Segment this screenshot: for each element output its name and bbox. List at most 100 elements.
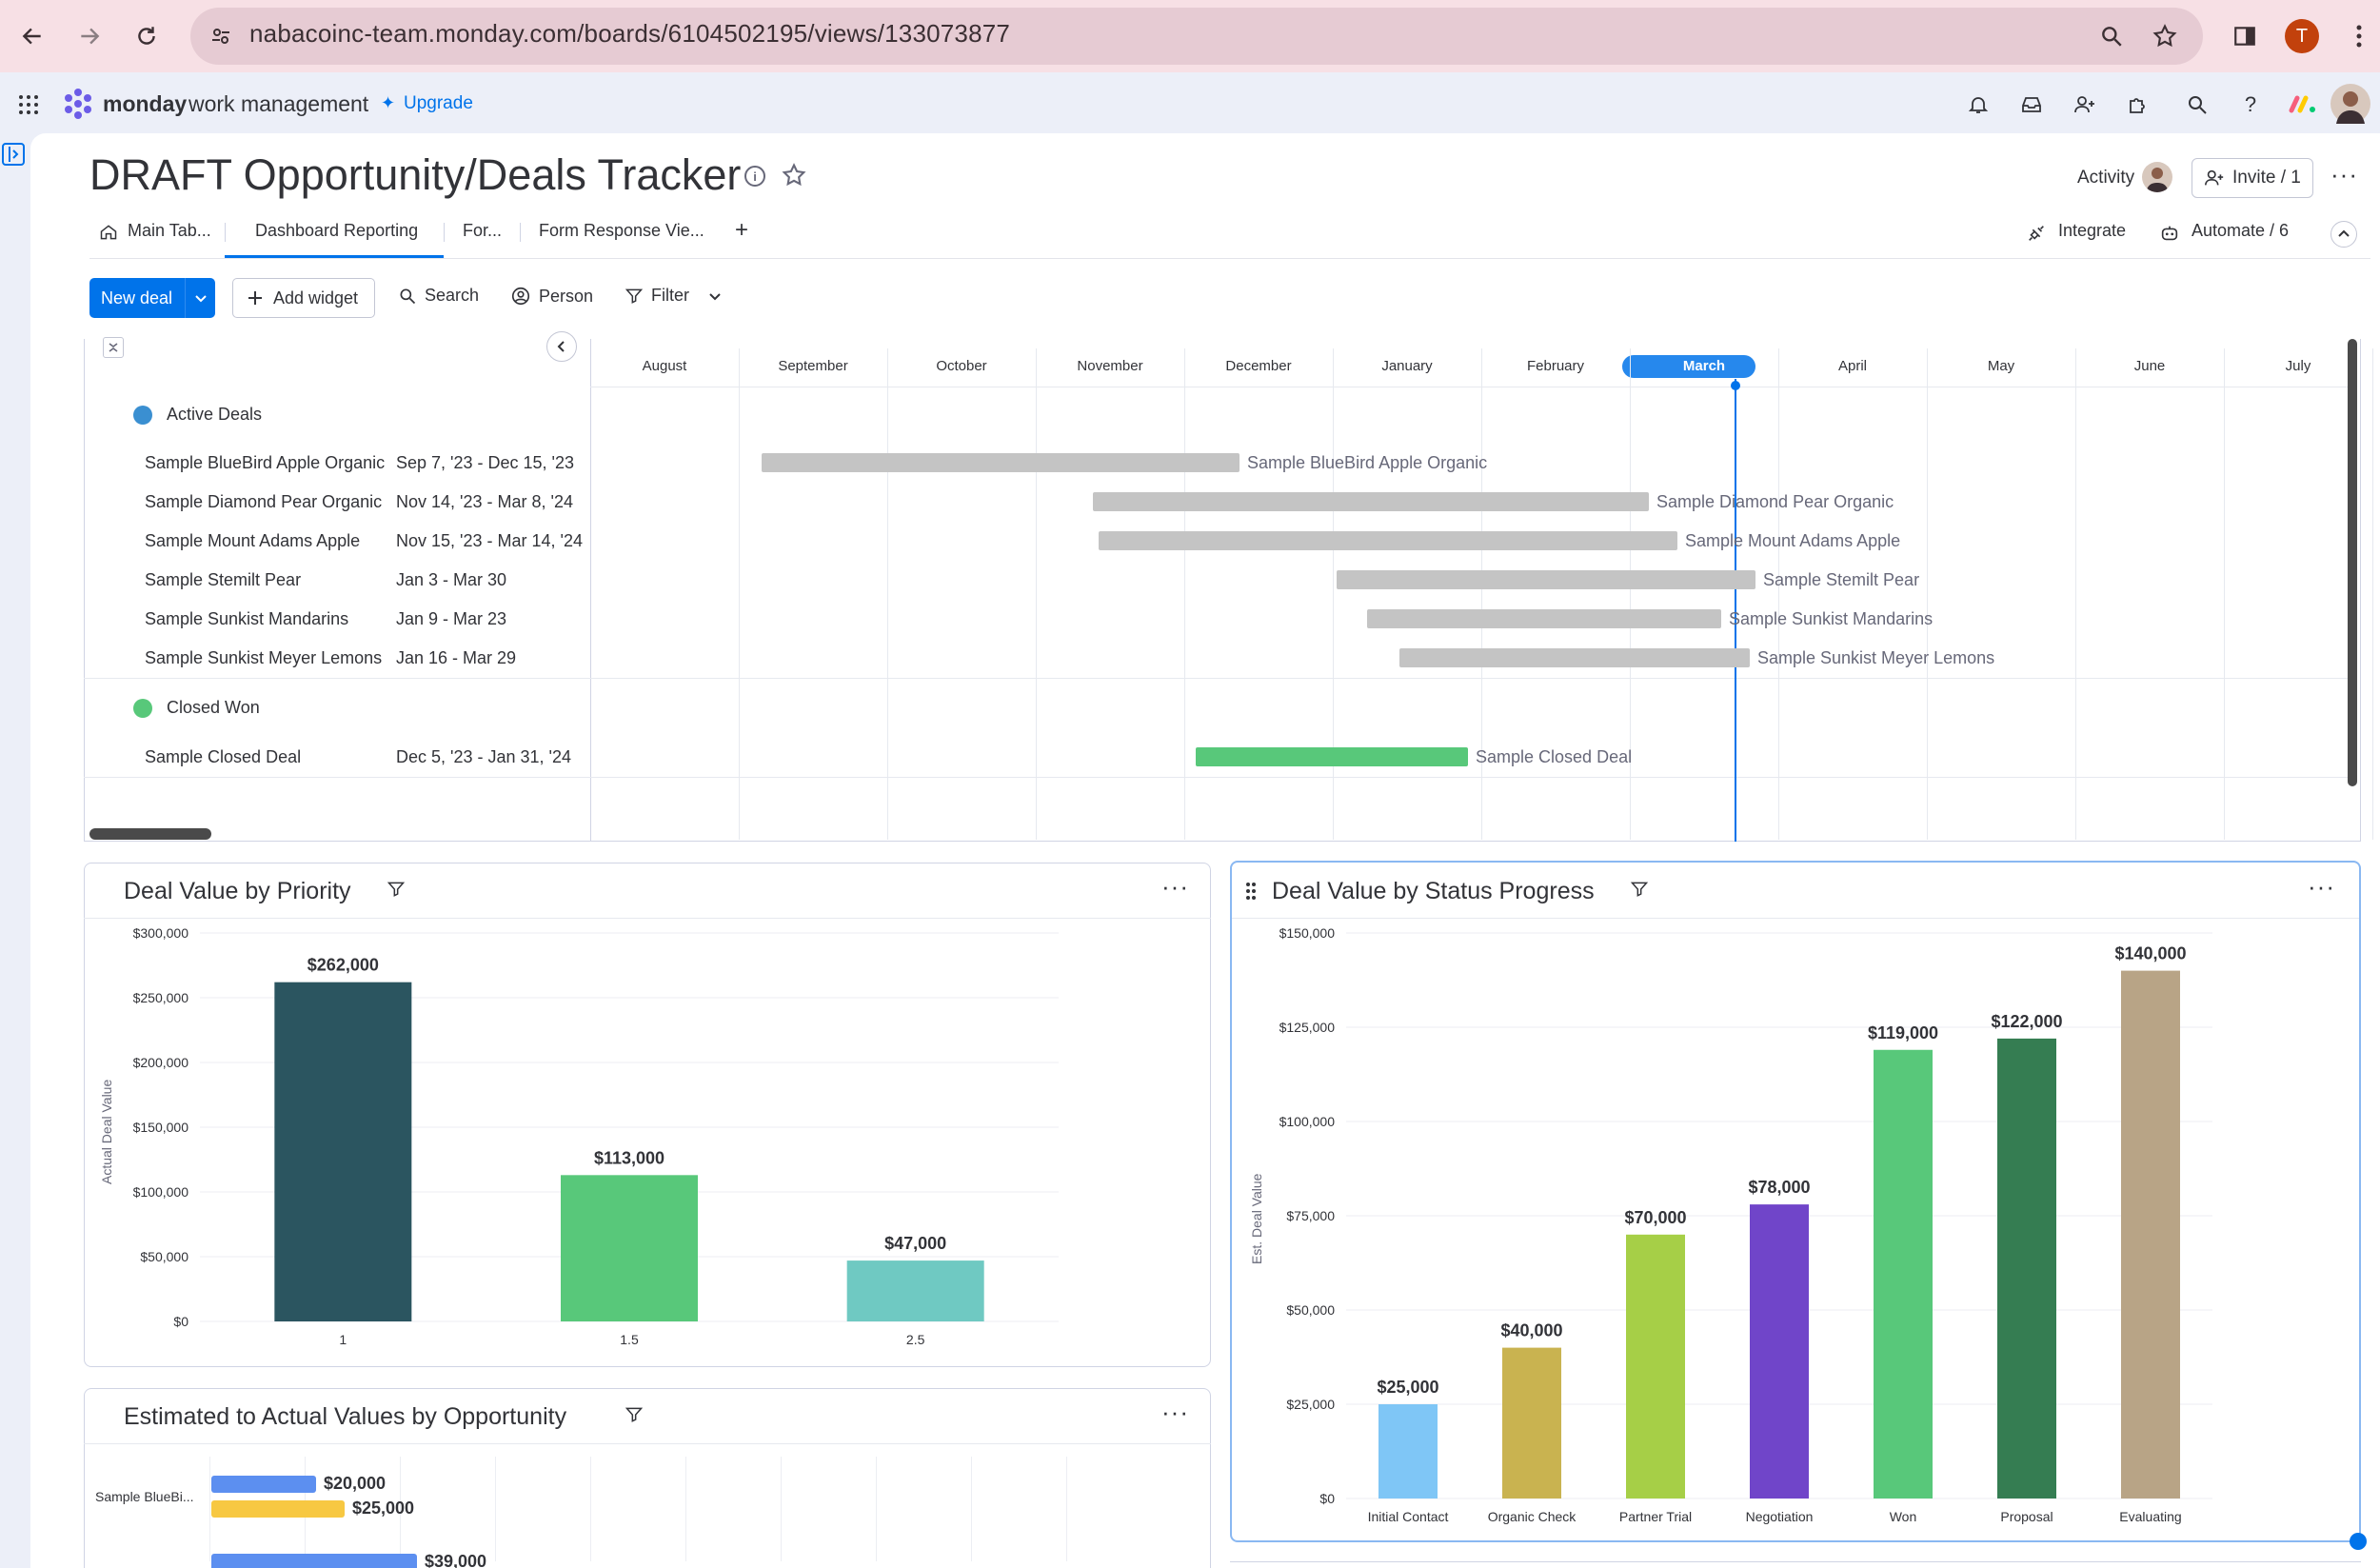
collapse-table-button[interactable]: [546, 331, 577, 362]
side-panel-button[interactable]: [2224, 15, 2266, 57]
url-text[interactable]: nabacoinc-team.monday.com/boards/6104502…: [249, 19, 1010, 49]
forward-button[interactable]: [69, 15, 110, 57]
invite-button[interactable]: Invite / 1: [2192, 158, 2313, 198]
tab-divider: [225, 223, 226, 242]
month-label-march: March: [1682, 358, 1726, 374]
global-search-button[interactable]: [2180, 88, 2214, 122]
gantt-bar[interactable]: [1196, 747, 1468, 766]
group-title-closed-won[interactable]: Closed Won: [167, 698, 260, 718]
star-icon: [2152, 24, 2177, 48]
gantt-bar-label: Sample Stemilt Pear: [1763, 570, 1920, 589]
group-title-active-deals[interactable]: Active Deals: [167, 405, 262, 425]
collapse-header-button[interactable]: [2330, 221, 2357, 248]
bar: [1750, 1204, 1809, 1499]
chart-title-status[interactable]: Deal Value by Status Progress: [1272, 878, 1595, 905]
gridline: [685, 1457, 686, 1561]
search-button[interactable]: Search: [398, 286, 479, 306]
activity-label[interactable]: Activity: [2077, 168, 2134, 189]
gantt-bar[interactable]: [1099, 531, 1677, 550]
chevron-left-icon: [557, 341, 565, 352]
add-view-button[interactable]: +: [735, 217, 748, 244]
gantt-item-name[interactable]: Sample BlueBird Apple Organic: [145, 453, 385, 473]
apps-grid-button[interactable]: [11, 88, 46, 122]
board-menu-icon[interactable]: ···: [2330, 160, 2358, 189]
bar-value-label: $39,000: [425, 1552, 487, 1568]
site-info-button[interactable]: [200, 15, 242, 57]
gantt-item-name[interactable]: Sample Sunkist Meyer Lemons: [145, 648, 382, 668]
monday-products-icon[interactable]: [2289, 93, 2317, 114]
widget-filter-icon[interactable]: [1630, 880, 1649, 899]
month-gridline: [1036, 348, 1037, 840]
widget-filter-icon[interactable]: [625, 1405, 644, 1424]
monday-logo-icon[interactable]: [61, 88, 95, 122]
widget-menu-icon[interactable]: ···: [1161, 1398, 1189, 1427]
gantt-item-name[interactable]: Sample Closed Deal: [145, 747, 301, 767]
horizontal-scrollbar[interactable]: [89, 828, 211, 840]
upgrade-link[interactable]: Upgrade: [404, 93, 473, 114]
gantt-bar-label: Sample Mount Adams Apple: [1685, 531, 1901, 550]
tab-form[interactable]: For...: [463, 221, 502, 241]
filter-button[interactable]: Filter: [625, 286, 722, 306]
bookmark-button[interactable]: [2144, 15, 2186, 57]
gantt-item-name[interactable]: Sample Stemilt Pear: [145, 570, 301, 590]
expand-sidebar-icon[interactable]: [2, 143, 25, 166]
gantt-bar[interactable]: [1337, 570, 1755, 589]
gantt-bar[interactable]: [762, 453, 1240, 472]
reload-button[interactable]: [126, 15, 168, 57]
y-tick-label: $50,000: [1286, 1302, 1335, 1318]
gridline: [209, 1457, 210, 1561]
browser-menu-button[interactable]: [2338, 15, 2380, 57]
activity-avatar[interactable]: [2142, 162, 2172, 192]
resize-handle[interactable]: [2350, 1533, 2367, 1550]
profile-avatar[interactable]: T: [2285, 19, 2319, 53]
gantt-bar-label: Sample Closed Deal: [1476, 747, 1633, 766]
gantt-item-name[interactable]: Sample Diamond Pear Organic: [145, 492, 382, 512]
widget-filter-icon[interactable]: [387, 880, 406, 899]
automate-button[interactable]: Automate / 6: [2192, 221, 2289, 241]
tab-dashboard-reporting[interactable]: Dashboard Reporting: [255, 221, 418, 241]
month-gridline: [2372, 348, 2373, 840]
user-avatar[interactable]: [2330, 84, 2370, 124]
add-widget-button[interactable]: Add widget: [232, 278, 375, 318]
integrate-button[interactable]: Integrate: [2058, 221, 2126, 241]
sparkle-icon: ✦: [381, 93, 396, 112]
new-deal-button[interactable]: New deal: [89, 278, 215, 318]
notifications-button[interactable]: [1961, 88, 1995, 122]
person-circle-icon: [511, 287, 530, 306]
gantt-bar[interactable]: [1399, 648, 1750, 667]
bar[interactable]: [211, 1554, 417, 1568]
back-button[interactable]: [11, 15, 53, 57]
tabs-divider: [89, 258, 2370, 259]
gantt-bar[interactable]: [1093, 492, 1649, 511]
gantt-bar[interactable]: [1367, 609, 1721, 628]
drag-handle-icon[interactable]: [1245, 882, 1257, 901]
person-filter-button[interactable]: Person: [510, 286, 593, 307]
tab-main-table[interactable]: Main Tab...: [128, 221, 211, 241]
x-tick-label: Organic Check: [1488, 1509, 1577, 1524]
collapse-groups-icon[interactable]: [103, 337, 124, 358]
month-label-november: November: [1077, 358, 1143, 374]
chart-title-estimated[interactable]: Estimated to Actual Values by Opportunit…: [124, 1403, 566, 1431]
bar[interactable]: [211, 1500, 345, 1518]
vertical-scrollbar[interactable]: [2348, 339, 2357, 786]
new-deal-dropdown[interactable]: [185, 278, 215, 318]
y-tick-label: $75,000: [1286, 1208, 1335, 1223]
chart-title-priority[interactable]: Deal Value by Priority: [124, 878, 351, 905]
chevron-up-icon: [2338, 229, 2350, 237]
widget-menu-icon[interactable]: ···: [2308, 872, 2335, 902]
invite-members-button[interactable]: [2068, 88, 2102, 122]
bar-value-label: $140,000: [2114, 944, 2186, 963]
info-icon[interactable]: i: [744, 166, 765, 187]
gridline: [876, 1457, 877, 1561]
zoom-button[interactable]: [2091, 15, 2132, 57]
tab-form-response-view[interactable]: Form Response Vie...: [539, 221, 704, 241]
inbox-button[interactable]: [2014, 88, 2049, 122]
gantt-item-name[interactable]: Sample Sunkist Mandarins: [145, 609, 348, 629]
apps-marketplace-button[interactable]: [2121, 88, 2155, 122]
help-icon[interactable]: ?: [2233, 88, 2268, 122]
board-title[interactable]: DRAFT Opportunity/Deals Tracker: [89, 150, 741, 200]
favorite-star-icon[interactable]: [781, 162, 807, 189]
gantt-item-name[interactable]: Sample Mount Adams Apple: [145, 531, 360, 551]
bar[interactable]: [211, 1476, 316, 1493]
widget-menu-icon[interactable]: ···: [1161, 872, 1189, 902]
